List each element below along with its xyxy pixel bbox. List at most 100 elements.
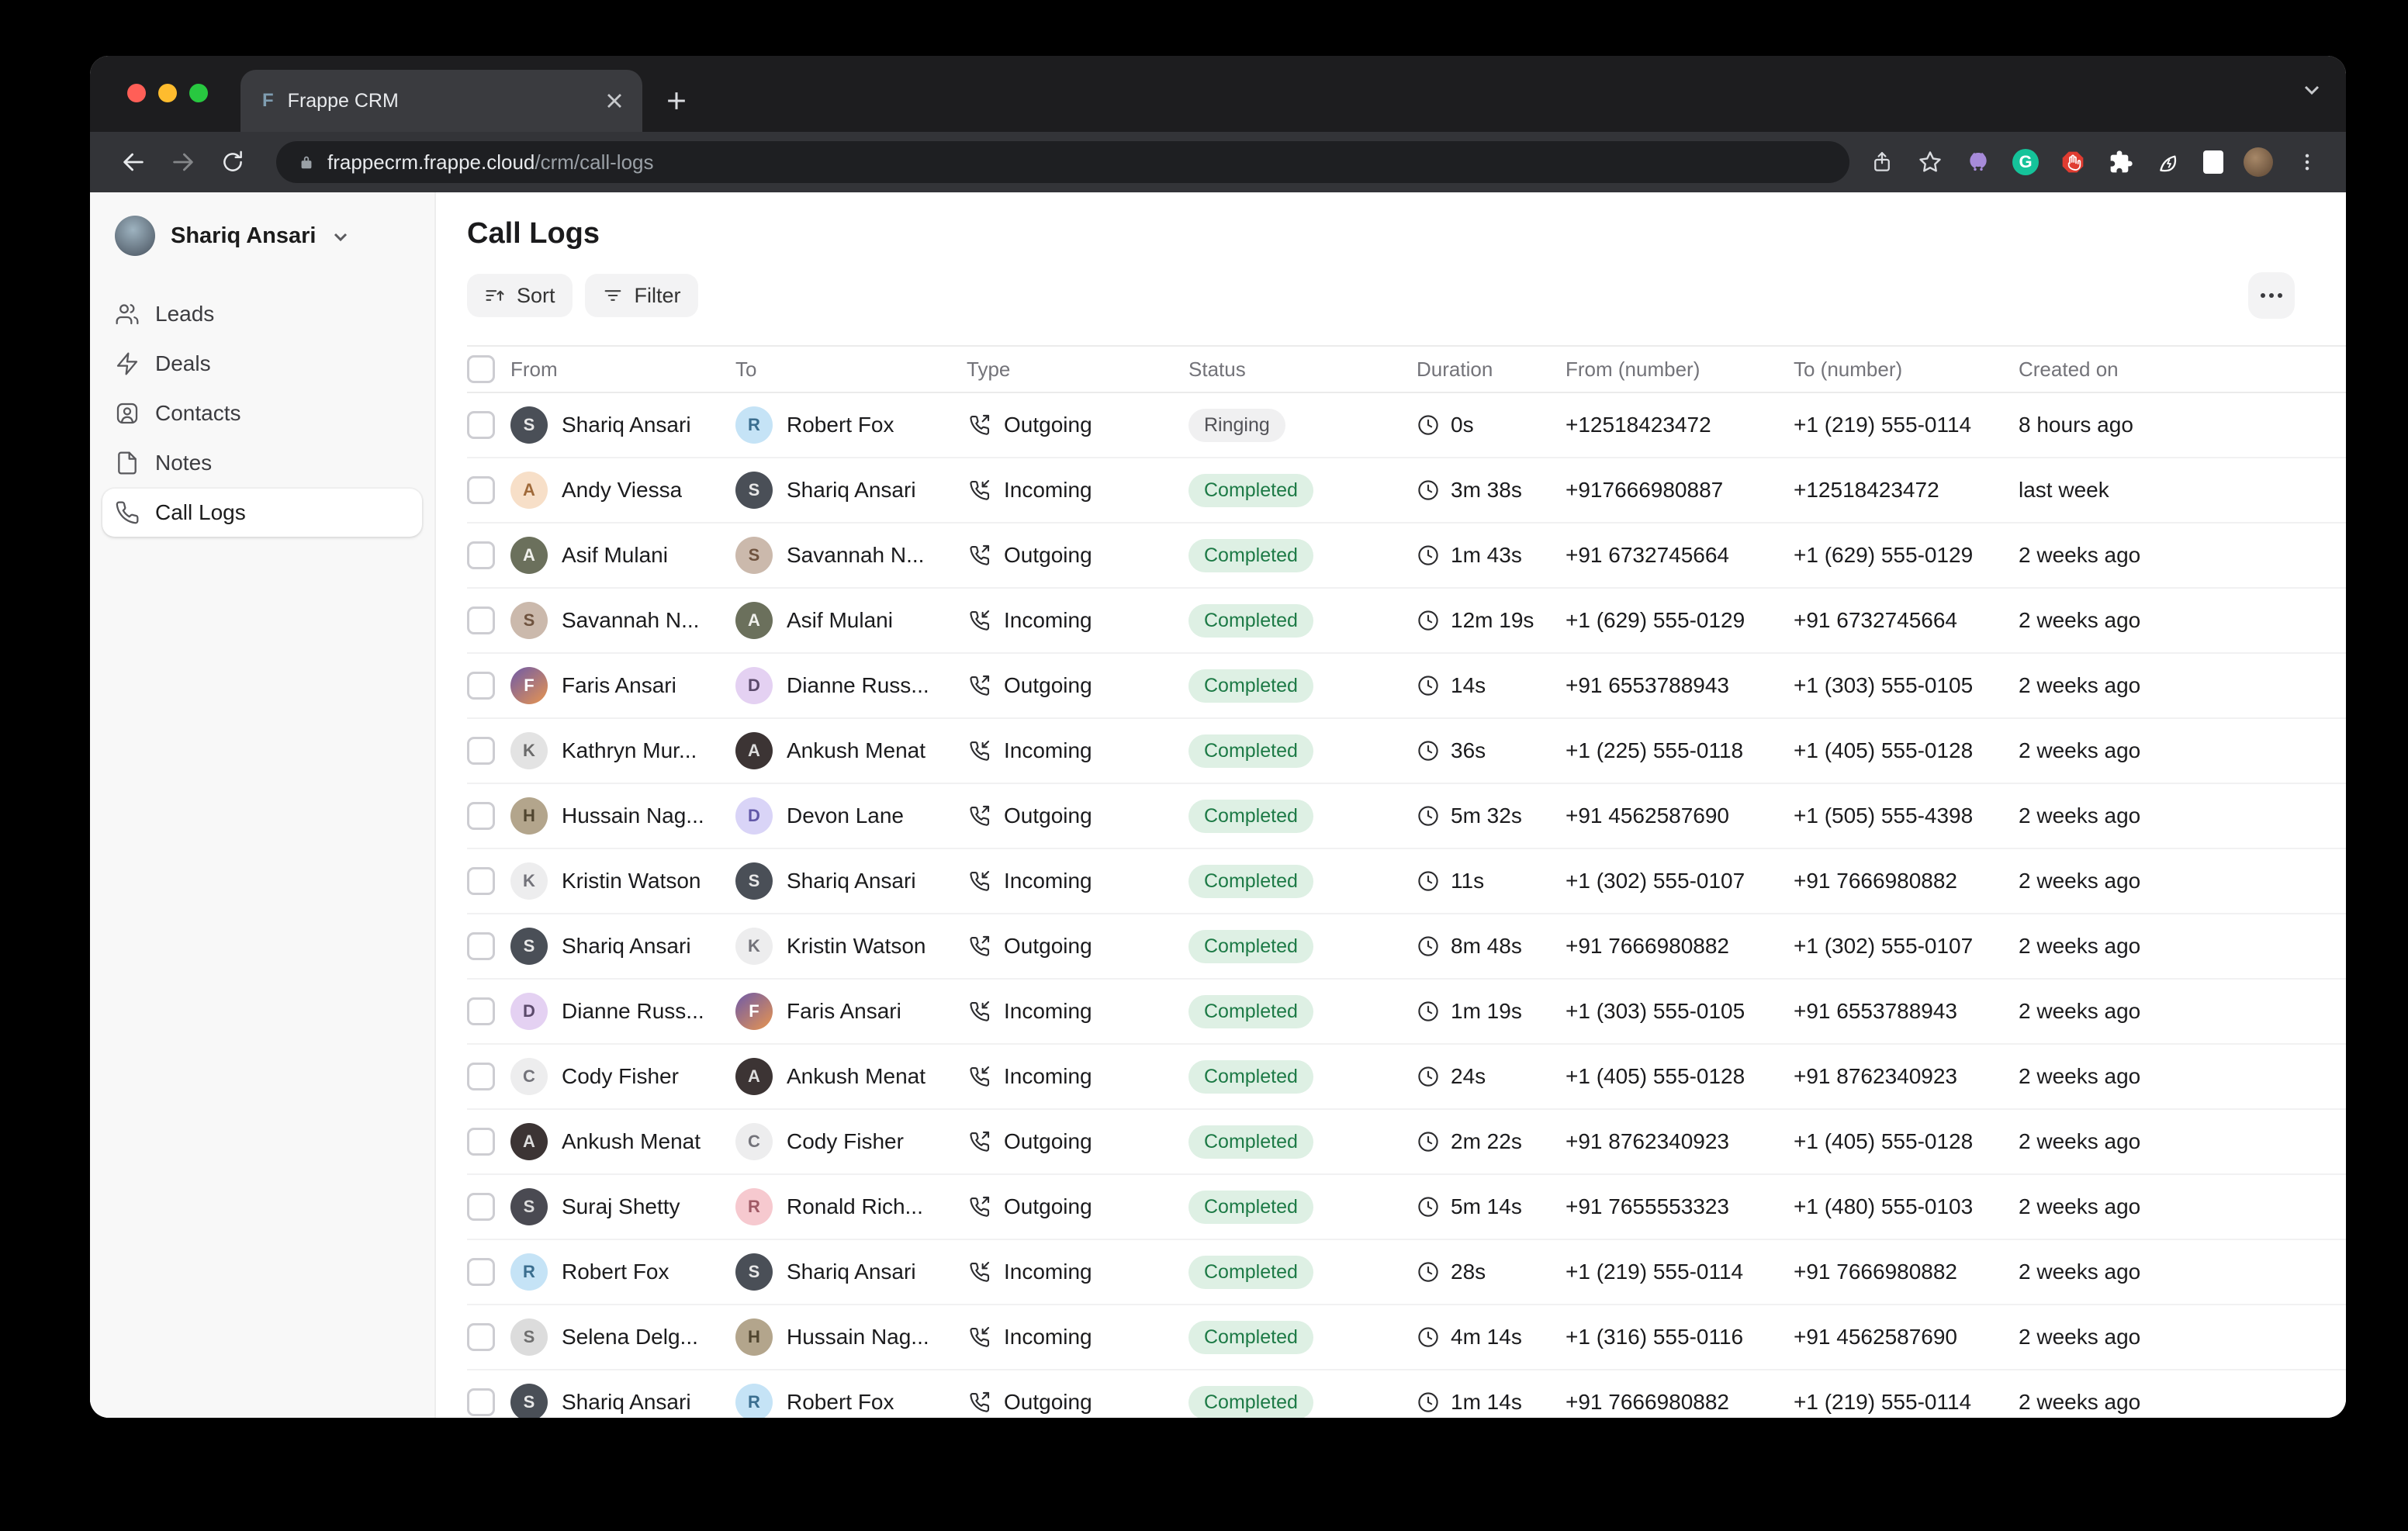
table-row[interactable]: AAsif MulaniSSavannah N...OutgoingComple… [467, 524, 2346, 589]
table-row[interactable]: RRobert FoxSShariq AnsariIncomingComplet… [467, 1240, 2346, 1305]
duration: 1m 43s [1451, 543, 1522, 568]
github-extension-icon[interactable] [1964, 148, 1992, 176]
table-row[interactable]: DDianne Russ...FFaris AnsariIncomingComp… [467, 980, 2346, 1045]
table-row[interactable]: SSavannah N...AAsif MulaniIncomingComple… [467, 589, 2346, 654]
more-options-button[interactable] [2248, 272, 2295, 319]
reload-button[interactable] [211, 140, 254, 184]
row-checkbox-cell [467, 476, 510, 504]
from-number: +1 (316) 555-0116 [1566, 1325, 1743, 1350]
receiver-cell: AAsif Mulani [735, 602, 967, 639]
table-row[interactable]: KKristin WatsonSShariq AnsariIncomingCom… [467, 849, 2346, 914]
caller-cell: AAsif Mulani [510, 537, 735, 574]
avatar: F [510, 667, 548, 704]
clock-icon [1417, 869, 1440, 893]
table-row[interactable]: SShariq AnsariKKristin WatsonOutgoingCom… [467, 914, 2346, 980]
from-number-cell: +1 (316) 555-0116 [1566, 1325, 1794, 1350]
table-row[interactable]: KKathryn Mur...AAnkush MenatIncomingComp… [467, 719, 2346, 784]
select-all-checkbox[interactable] [467, 355, 495, 383]
adblock-extension-icon[interactable] [2059, 148, 2087, 176]
duration-cell: 5m 32s [1417, 804, 1566, 828]
table-row[interactable]: FFaris AnsariDDianne Russ...OutgoingComp… [467, 654, 2346, 719]
table-row[interactable]: SShariq AnsariRRobert FoxOutgoingRinging… [467, 393, 2346, 458]
zoom-window-button[interactable] [189, 84, 208, 102]
sidebar-item-leads[interactable]: Leads [102, 290, 422, 338]
caller-name: Ankush Menat [562, 1129, 701, 1154]
side-panel-icon[interactable] [2203, 150, 2223, 174]
table-row[interactable]: AAnkush MenatCCody FisherOutgoingComplet… [467, 1110, 2346, 1175]
sidebar-item-contacts[interactable]: Contacts [102, 389, 422, 437]
row-checkbox[interactable] [467, 476, 495, 504]
tab-search-chevron-icon[interactable] [2302, 81, 2321, 99]
row-checkbox[interactable] [467, 541, 495, 569]
caller-cell: SSavannah N... [510, 602, 735, 639]
row-checkbox[interactable] [467, 607, 495, 634]
row-checkbox[interactable] [467, 997, 495, 1025]
status-badge: Completed [1188, 669, 1313, 703]
row-checkbox[interactable] [467, 1063, 495, 1090]
avatar: C [735, 1123, 773, 1160]
to-number: +91 7666980882 [1794, 1260, 1957, 1284]
profile-switcher[interactable]: Shariq Ansari [90, 192, 434, 287]
window-controls[interactable] [127, 84, 208, 102]
row-checkbox[interactable] [467, 1323, 495, 1351]
row-checkbox[interactable] [467, 802, 495, 830]
row-checkbox[interactable] [467, 1388, 495, 1416]
sidebar-item-notes[interactable]: Notes [102, 439, 422, 487]
crm-app: Shariq Ansari LeadsDealsContactsNotesCal… [90, 192, 2346, 1418]
clock-icon [1417, 544, 1440, 567]
address-bar[interactable]: frappecrm.frappe.cloud/crm/call-logs [276, 141, 1849, 183]
row-checkbox[interactable] [467, 1258, 495, 1286]
row-checkbox[interactable] [467, 672, 495, 700]
new-tab-button[interactable] [655, 79, 698, 123]
browser-menu-icon[interactable] [2293, 148, 2321, 176]
filter-label: Filter [635, 284, 681, 308]
back-button[interactable] [112, 140, 155, 184]
from-number-cell: +1 (629) 555-0129 [1566, 608, 1794, 633]
grammarly-extension-icon[interactable]: G [2012, 149, 2039, 175]
call-type-cell: Incoming [967, 738, 1188, 763]
call-type-cell: Outgoing [967, 1194, 1188, 1219]
minimize-window-button[interactable] [158, 84, 177, 102]
share-icon[interactable] [1868, 148, 1896, 176]
table-row[interactable]: HHussain Nag...DDevon LaneOutgoingComple… [467, 784, 2346, 849]
caller-cell: AAnkush Menat [510, 1123, 735, 1160]
extensions-puzzle-icon[interactable] [2107, 148, 2135, 176]
table-row[interactable]: SSuraj ShettyRRonald Rich...OutgoingComp… [467, 1175, 2346, 1240]
row-checkbox[interactable] [467, 411, 495, 439]
browser-tab[interactable]: F Frappe CRM [240, 70, 642, 132]
clock-icon [1417, 413, 1440, 437]
row-checkbox[interactable] [467, 1193, 495, 1221]
receiver-cell: SShariq Ansari [735, 472, 967, 509]
table-row[interactable]: SShariq AnsariRRobert FoxOutgoingComplet… [467, 1370, 2346, 1418]
sidebar-item-call-logs[interactable]: Call Logs [102, 489, 422, 537]
status-badge: Completed [1188, 604, 1313, 638]
browser-profile-avatar[interactable] [2244, 147, 2273, 177]
caller-cell: SShariq Ansari [510, 1384, 735, 1418]
energy-saver-leaf-icon[interactable] [2155, 148, 2183, 176]
clock-icon [1417, 1195, 1440, 1218]
sort-button[interactable]: Sort [467, 274, 573, 317]
table-row[interactable]: AAndy ViessaSShariq AnsariIncomingComple… [467, 458, 2346, 524]
users-icon [115, 302, 140, 327]
avatar: H [735, 1318, 773, 1356]
table-header: FromToTypeStatusDurationFrom (number)To … [467, 345, 2346, 393]
bookmark-star-icon[interactable] [1916, 148, 1944, 176]
close-window-button[interactable] [127, 84, 146, 102]
table-row[interactable]: SSelena Delg...HHussain Nag...IncomingCo… [467, 1305, 2346, 1370]
row-checkbox[interactable] [467, 1128, 495, 1156]
tab-close-icon[interactable] [602, 88, 627, 113]
row-checkbox[interactable] [467, 867, 495, 895]
filter-button[interactable]: Filter [585, 274, 698, 317]
phone-outgoing-icon [967, 804, 991, 828]
caller-cell: RRobert Fox [510, 1253, 735, 1291]
row-checkbox[interactable] [467, 737, 495, 765]
sidebar-item-deals[interactable]: Deals [102, 340, 422, 388]
table-row[interactable]: CCody FisherAAnkush MenatIncomingComplet… [467, 1045, 2346, 1110]
avatar: S [510, 928, 548, 965]
from-number: +91 6732745664 [1566, 543, 1729, 568]
receiver-cell: AAnkush Menat [735, 732, 967, 769]
clock-icon [1417, 739, 1440, 762]
forward-button[interactable] [161, 140, 205, 184]
avatar: K [510, 862, 548, 900]
row-checkbox[interactable] [467, 932, 495, 960]
